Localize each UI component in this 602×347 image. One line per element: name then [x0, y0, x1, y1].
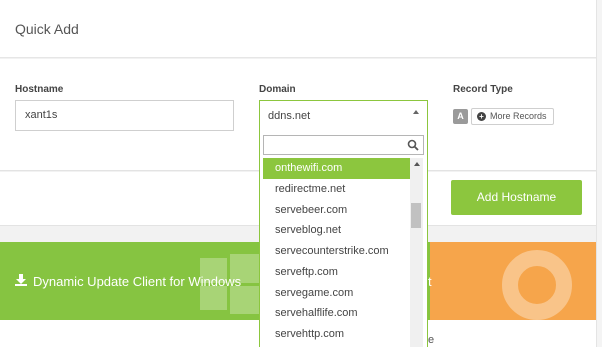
record-type-label: Record Type — [453, 84, 513, 95]
search-icon — [407, 139, 419, 151]
dropdown-scrollbar[interactable] — [410, 158, 423, 347]
domain-option-list: onthewifi.com redirectme.net servebeer.com… — [263, 158, 410, 347]
domain-option[interactable]: servehttp.com — [263, 324, 410, 345]
more-records-button[interactable]: + More Records — [471, 108, 554, 125]
domain-option[interactable]: servecounterstrike.com — [263, 241, 410, 262]
domain-search-input[interactable] — [263, 135, 424, 155]
add-hostname-button[interactable]: Add Hostname — [451, 180, 582, 215]
domain-select[interactable]: ddns.net — [259, 100, 428, 131]
plus-circle-icon: + — [477, 112, 486, 121]
quick-add-title: Quick Add — [15, 21, 79, 37]
caret-up-icon — [413, 110, 419, 114]
banner-right-text: t — [428, 274, 432, 289]
quick-add-header: Quick Add — [0, 0, 596, 58]
scroll-edge — [596, 0, 602, 347]
domain-option[interactable]: servebeer.com — [263, 200, 410, 221]
record-type-badge[interactable]: A — [453, 109, 468, 124]
domain-label: Domain — [259, 84, 296, 95]
lower-section-text: e — [428, 334, 435, 346]
domain-option[interactable]: onthewifi.com — [263, 158, 410, 179]
hostname-input[interactable]: xant1s — [15, 100, 234, 131]
scrollbar-thumb[interactable] — [411, 203, 421, 228]
lifebuoy-icon — [502, 250, 572, 320]
domain-option[interactable]: serveftp.com — [263, 262, 410, 283]
download-icon — [15, 274, 27, 286]
more-records-label: More Records — [490, 111, 547, 121]
domain-option[interactable]: redirectme.net — [263, 179, 410, 200]
scroll-up-icon[interactable] — [414, 162, 420, 166]
domain-option[interactable]: servehalflife.com — [263, 303, 410, 324]
hostname-label: Hostname — [15, 84, 64, 95]
banner-text: Dynamic Update Client for Windows — [33, 274, 242, 289]
support-banner[interactable] — [430, 242, 596, 320]
domain-option[interactable]: serveblog.net — [263, 220, 410, 241]
domain-option[interactable]: servegame.com — [263, 283, 410, 304]
